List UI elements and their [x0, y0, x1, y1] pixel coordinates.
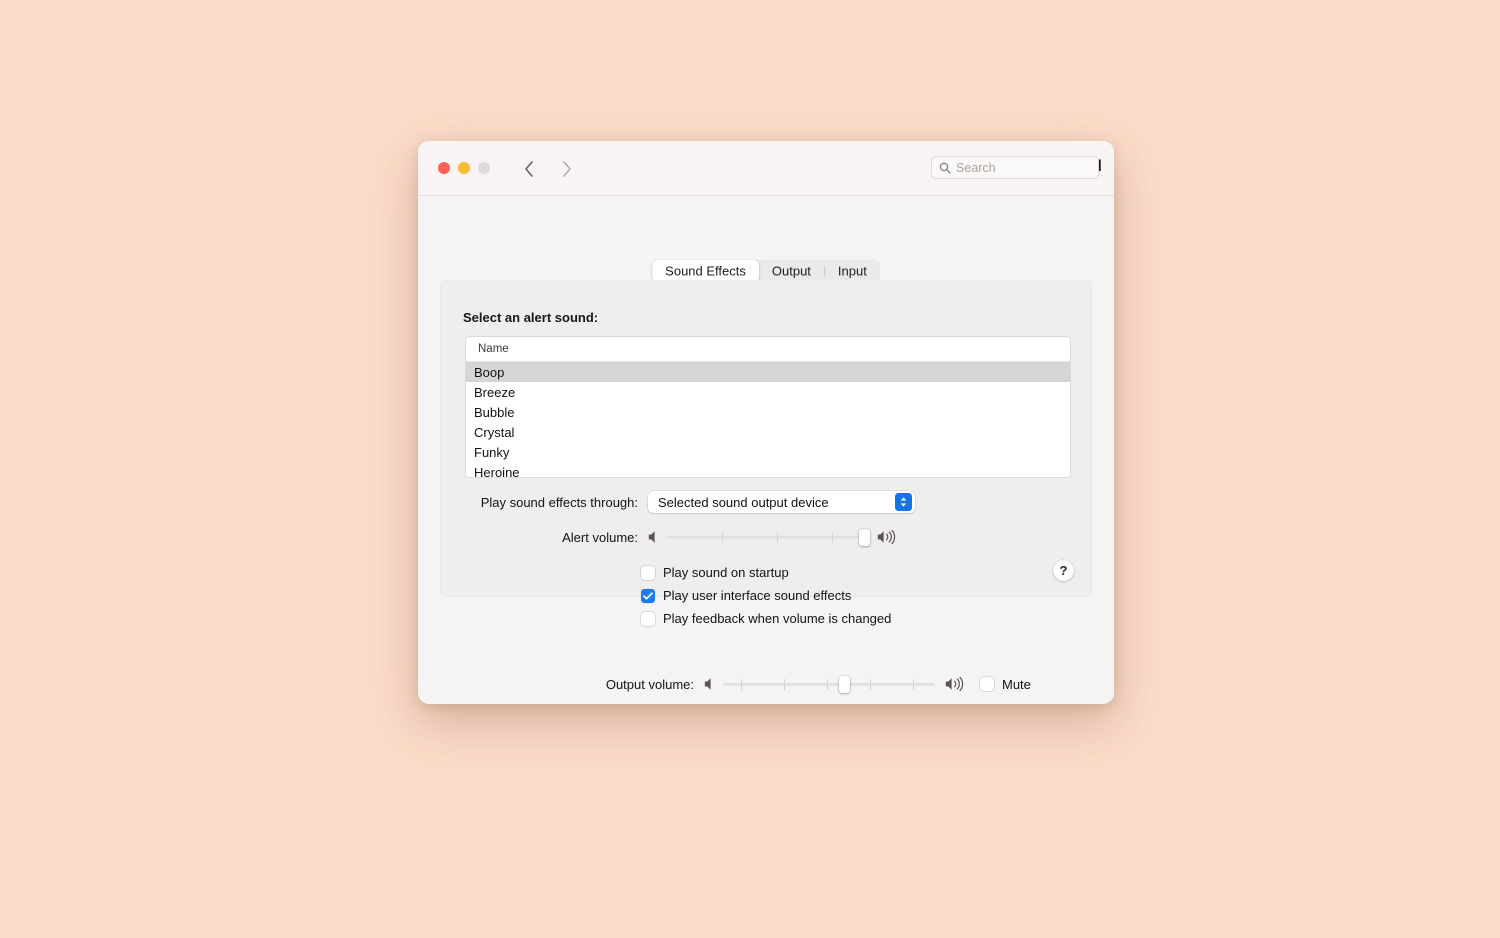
slider-thumb[interactable]	[858, 529, 870, 546]
checkbox-play-startup[interactable]: Play sound on startup	[641, 561, 891, 584]
alert-volume-slider[interactable]	[667, 528, 870, 546]
checkbox-mute[interactable]: Mute	[980, 677, 1031, 692]
checkbox-label: Play user interface sound effects	[663, 588, 852, 603]
output-volume-slider[interactable]	[723, 675, 935, 693]
slider-thumb[interactable]	[838, 676, 850, 693]
slider-tick	[722, 532, 723, 543]
slider-tick	[870, 679, 871, 690]
search-icon	[939, 162, 951, 174]
list-item-label: Breeze	[474, 384, 516, 400]
slider-tick	[832, 532, 833, 543]
column-header-name: Name	[478, 343, 509, 355]
chevron-right-icon	[563, 161, 571, 177]
list-column-header: Name	[466, 337, 1070, 362]
list-item-label: Funky	[474, 444, 510, 460]
list-body: Boop Breeze Bubble Crystal Funky Heroine	[466, 362, 1070, 478]
list-item[interactable]: Bubble	[466, 402, 1070, 422]
checkbox-box[interactable]	[641, 565, 655, 580]
sound-options-group: Play sound on startup Play user interfac…	[641, 561, 891, 630]
traffic-lights	[438, 162, 490, 174]
tab-label: Output	[771, 263, 811, 279]
speaker-quiet-icon	[704, 678, 711, 690]
slider-tick	[777, 532, 778, 543]
checkbox-box[interactable]	[641, 611, 655, 626]
minimize-button[interactable]	[458, 162, 470, 174]
slider-tick	[913, 679, 914, 690]
sound-effects-panel: Select an alert sound: Name Boop Breeze …	[440, 280, 1092, 626]
slider-track	[667, 536, 867, 539]
play-through-label: Play sound effects through:	[480, 494, 638, 510]
window-content: Sound Effects Output Input Select an ale…	[418, 196, 1114, 703]
list-item-label: Crystal	[474, 424, 515, 440]
list-item[interactable]: Boop	[466, 362, 1070, 382]
chevron-updown-icon	[895, 493, 912, 511]
play-through-value: Selected sound output device	[658, 494, 829, 510]
tab-label: Input	[837, 263, 867, 279]
window-toolbar: Sound	[418, 141, 1114, 196]
alert-volume-label: Alert volume:	[562, 529, 638, 545]
sound-preferences-window: Sound Sound Effects Output Input	[418, 141, 1114, 704]
slider-tick	[784, 679, 785, 690]
list-item[interactable]: Crystal	[466, 422, 1070, 442]
output-volume-label: Output volume:	[605, 676, 694, 692]
checkbox-label: Play feedback when volume is changed	[663, 611, 892, 626]
checkbox-label: Play sound on startup	[663, 565, 789, 580]
help-button[interactable]: ?	[1053, 560, 1074, 581]
list-item[interactable]: Breeze	[466, 382, 1070, 402]
checkbox-box[interactable]	[980, 677, 994, 691]
list-item[interactable]: Funky	[466, 442, 1070, 462]
back-button[interactable]	[518, 156, 540, 182]
checkmark-icon	[643, 591, 653, 600]
alert-volume-row: Alert volume:	[440, 528, 1092, 546]
output-volume-row: Output volume: Mute	[418, 675, 1114, 693]
checkbox-label: Mute	[1002, 676, 1031, 692]
play-through-row: Play sound effects through: Selected sou…	[440, 491, 1092, 513]
slider-tick	[827, 679, 828, 690]
help-button-label: ?	[1059, 563, 1068, 578]
chevron-left-icon	[525, 161, 533, 177]
tab-label: Sound Effects	[665, 263, 746, 279]
list-item-label: Bubble	[474, 404, 515, 420]
speaker-loud-icon	[945, 677, 964, 691]
slider-tick	[741, 679, 742, 690]
navigation-arrows	[518, 156, 578, 182]
speaker-loud-icon	[877, 530, 896, 544]
close-button[interactable]	[438, 162, 450, 174]
alert-sound-list[interactable]: Name Boop Breeze Bubble Crystal Funky He…	[465, 336, 1071, 478]
checkbox-box[interactable]	[641, 588, 655, 603]
speaker-quiet-icon	[648, 531, 655, 543]
zoom-button[interactable]	[478, 162, 490, 174]
checkbox-volume-feedback[interactable]: Play feedback when volume is changed	[641, 607, 891, 630]
checkbox-ui-sound-effects[interactable]: Play user interface sound effects	[641, 584, 891, 607]
panel-heading: Select an alert sound:	[463, 310, 599, 325]
play-through-popup[interactable]: Selected sound output device	[648, 491, 915, 513]
search-field[interactable]	[931, 156, 1099, 179]
list-item-label: Heroine	[474, 464, 520, 478]
slider-track	[723, 683, 935, 686]
search-input[interactable]	[956, 160, 1076, 175]
forward-button[interactable]	[556, 156, 578, 182]
list-item-label: Boop	[474, 364, 505, 380]
list-item[interactable]: Heroine	[466, 462, 1070, 478]
